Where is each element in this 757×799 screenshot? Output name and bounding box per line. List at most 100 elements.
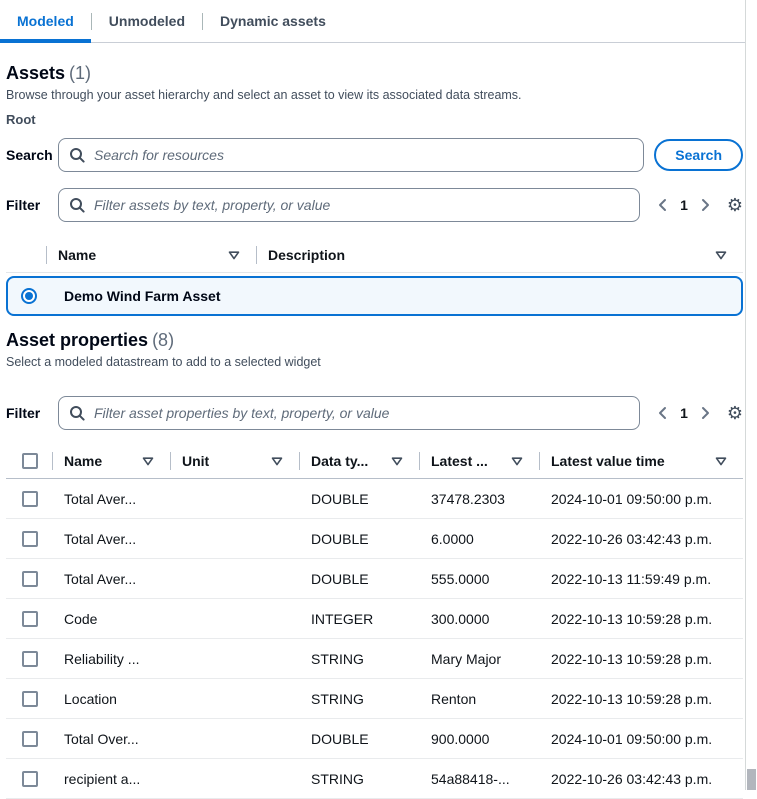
properties-filter-input[interactable] — [92, 404, 629, 422]
row-checkbox[interactable] — [22, 571, 38, 587]
search-icon — [69, 405, 85, 421]
assets-description: Browse through your asset hierarchy and … — [6, 87, 743, 103]
scrollbar-thumb[interactable] — [747, 769, 756, 790]
table-row: Reliability ... STRING Mary Major 2022-1… — [6, 639, 743, 679]
row-checkbox[interactable] — [22, 771, 38, 787]
column-data-type-label: Data ty... — [311, 453, 368, 469]
tab-bar: Modeled Unmodeled Dynamic assets — [0, 0, 757, 43]
search-icon — [69, 147, 85, 163]
column-latest-value-label: Latest ... — [431, 453, 488, 469]
row-checkbox[interactable] — [22, 691, 38, 707]
cell-name: Total Aver... — [52, 491, 170, 507]
search-icon — [69, 197, 85, 213]
column-header-data-type[interactable]: Data ty... — [299, 444, 419, 478]
tab-dynamic-assets[interactable]: Dynamic assets — [203, 0, 343, 42]
assets-section-title: Assets(1) — [6, 61, 743, 85]
cell-data-type: INTEGER — [299, 611, 419, 627]
cell-data-type: STRING — [299, 771, 419, 787]
assets-prev-page-button[interactable] — [652, 194, 672, 216]
cell-latest-value-time: 2022-10-13 11:59:49 p.m. — [539, 571, 743, 587]
table-row: Total Aver... DOUBLE 37478.2303 2024-10-… — [6, 479, 743, 519]
properties-section-title: Asset properties(8) — [6, 328, 743, 352]
column-header-latest-value[interactable]: Latest ... — [419, 444, 539, 478]
assets-column-header-name[interactable]: Name — [46, 238, 256, 272]
assets-table-header: Name Description — [6, 238, 743, 273]
caret-down-icon — [391, 457, 403, 466]
cell-name: Total Aver... — [52, 531, 170, 547]
caret-down-icon — [271, 457, 283, 466]
assets-filter-label: Filter — [6, 197, 58, 213]
assets-filter-input[interactable] — [92, 196, 629, 214]
properties-title-text: Asset properties — [6, 330, 148, 350]
tab-modeled[interactable]: Modeled — [0, 0, 91, 42]
assets-search-row: Search Search — [6, 138, 743, 172]
search-input-wrapper — [58, 138, 644, 172]
table-row: recipient a... STRING 54a88418-... 2022-… — [6, 759, 743, 799]
caret-down-icon — [715, 457, 727, 466]
assets-column-header-description[interactable]: Description — [256, 238, 743, 272]
main-content: Assets(1) Browse through your asset hier… — [0, 61, 757, 799]
root-breadcrumb[interactable]: Root — [6, 112, 743, 128]
asset-row-selected[interactable]: Demo Wind Farm Asset — [6, 276, 743, 316]
cell-latest-value: 900.0000 — [419, 731, 539, 747]
column-header-unit[interactable]: Unit — [170, 444, 299, 478]
chevron-left-icon — [657, 406, 667, 420]
caret-down-icon — [228, 251, 240, 260]
column-header-latest-value-time[interactable]: Latest value time — [539, 444, 743, 478]
tab-unmodeled[interactable]: Unmodeled — [92, 0, 202, 42]
search-button[interactable]: Search — [654, 139, 743, 171]
cell-latest-value: 300.0000 — [419, 611, 539, 627]
tab-unmodeled-label: Unmodeled — [109, 13, 185, 29]
row-checkbox[interactable] — [22, 531, 38, 547]
column-header-name[interactable]: Name — [52, 444, 170, 478]
cell-data-type: DOUBLE — [299, 491, 419, 507]
cell-latest-value-time: 2022-10-26 03:42:43 p.m. — [539, 771, 743, 787]
properties-page-number: 1 — [675, 405, 693, 421]
cell-data-type: STRING — [299, 651, 419, 667]
properties-next-page-button[interactable] — [696, 402, 716, 424]
asset-radio-selected[interactable] — [21, 288, 37, 304]
row-checkbox[interactable] — [22, 651, 38, 667]
row-checkbox[interactable] — [22, 731, 38, 747]
assets-column-description-label: Description — [268, 247, 345, 263]
chevron-left-icon — [657, 198, 667, 212]
properties-prev-page-button[interactable] — [652, 402, 672, 424]
cell-latest-value: 54a88418-... — [419, 771, 539, 787]
select-all-checkbox[interactable] — [22, 453, 38, 469]
cell-data-type: DOUBLE — [299, 731, 419, 747]
cell-name: Reliability ... — [52, 651, 170, 667]
cell-data-type: STRING — [299, 691, 419, 707]
properties-preferences-button[interactable]: ⚙ — [719, 403, 743, 423]
column-unit-label: Unit — [182, 453, 209, 469]
row-checkbox[interactable] — [22, 491, 38, 507]
assets-count: (1) — [69, 63, 91, 83]
chevron-right-icon — [701, 406, 711, 420]
assets-next-page-button[interactable] — [696, 194, 716, 216]
assets-filter-row: Filter 1 ⚙ — [6, 188, 743, 222]
properties-pagination: 1 ⚙ — [652, 402, 743, 424]
vertical-scrollbar[interactable] — [745, 0, 757, 790]
cell-latest-value: 37478.2303 — [419, 491, 539, 507]
row-checkbox[interactable] — [22, 611, 38, 627]
caret-down-icon — [511, 457, 523, 466]
search-input[interactable] — [92, 146, 633, 164]
tab-dynamic-assets-label: Dynamic assets — [220, 13, 326, 29]
properties-filter-input-wrapper — [58, 396, 640, 430]
cell-name: Total Aver... — [52, 571, 170, 587]
cell-latest-value: Renton — [419, 691, 539, 707]
cell-name: recipient a... — [52, 771, 170, 787]
table-row: Total Over... DOUBLE 900.0000 2024-10-01… — [6, 719, 743, 759]
table-row: Code INTEGER 300.0000 2022-10-13 10:59:2… — [6, 599, 743, 639]
properties-count: (8) — [152, 330, 174, 350]
caret-down-icon — [142, 457, 154, 466]
table-row: Location STRING Renton 2022-10-13 10:59:… — [6, 679, 743, 719]
cell-name: Total Over... — [52, 731, 170, 747]
table-row: Total Aver... DOUBLE 6.0000 2022-10-26 0… — [6, 519, 743, 559]
assets-pagination: 1 ⚙ — [652, 194, 743, 216]
cell-latest-value-time: 2022-10-13 10:59:28 p.m. — [539, 651, 743, 667]
gear-icon: ⚙ — [727, 403, 743, 423]
cell-latest-value: 6.0000 — [419, 531, 539, 547]
cell-data-type: DOUBLE — [299, 531, 419, 547]
column-name-label: Name — [64, 453, 102, 469]
assets-preferences-button[interactable]: ⚙ — [719, 195, 743, 215]
